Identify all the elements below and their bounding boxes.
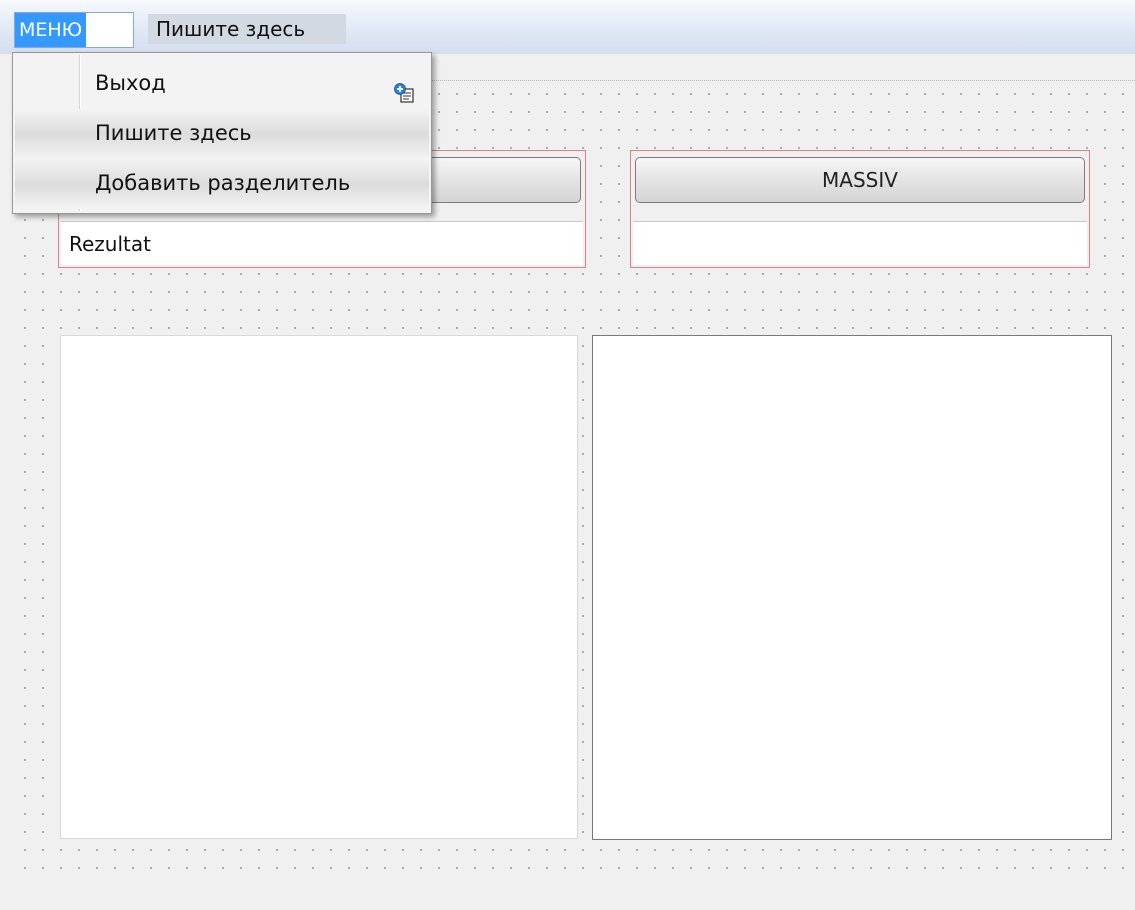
menu-item-type-here-label: Пишите здесь	[95, 121, 252, 145]
massiv-field[interactable]	[633, 221, 1087, 265]
menubar-type-here[interactable]: Пишите здесь	[148, 14, 346, 44]
rezultat-field[interactable]: Rezultat	[61, 221, 583, 265]
menu-item-exit-label: Выход	[95, 71, 166, 95]
menu-item-add-separator[interactable]: Добавить разделитель	[15, 159, 429, 209]
menu-root[interactable]: МЕНЮ	[14, 12, 134, 48]
menu-root-label[interactable]: МЕНЮ	[15, 13, 87, 47]
menu-bar: МЕНЮ Пишите здесь	[0, 0, 1135, 55]
right-layout-group: MASSIV	[630, 150, 1090, 268]
right-text-area[interactable]	[592, 335, 1112, 840]
dropdown-menu: Выход Пишите здесь Добавить разделитель	[12, 52, 432, 214]
add-action-icon[interactable]	[393, 73, 415, 103]
menu-item-type-here[interactable]: Пишите здесь	[15, 109, 429, 159]
menu-item-add-separator-label: Добавить разделитель	[95, 171, 351, 195]
massiv-button[interactable]: MASSIV	[635, 157, 1085, 203]
menu-item-exit[interactable]: Выход	[15, 59, 429, 109]
left-text-area[interactable]	[60, 335, 578, 839]
